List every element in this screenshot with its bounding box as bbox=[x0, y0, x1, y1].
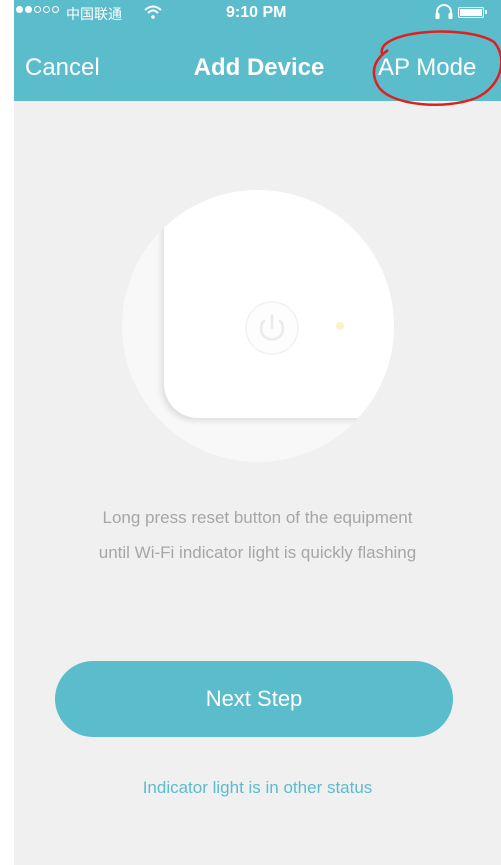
signal-dot bbox=[16, 6, 23, 13]
signal-dot bbox=[25, 6, 32, 13]
power-icon bbox=[245, 301, 299, 355]
signal-dot bbox=[43, 6, 50, 13]
page-title: Add Device bbox=[193, 54, 325, 81]
instruction-text: Long press reset button of the equipment… bbox=[14, 500, 501, 570]
signal-dot bbox=[52, 6, 59, 13]
device-illustration bbox=[122, 190, 394, 462]
carrier-name: 中国联通 bbox=[66, 7, 122, 23]
wifi-indicator-light bbox=[336, 322, 344, 330]
next-step-button[interactable]: Next Step bbox=[55, 661, 453, 737]
status-time: 9:10 PM bbox=[226, 4, 287, 21]
device-body bbox=[164, 190, 394, 418]
instruction-line-2: until Wi-Fi indicator light is quickly f… bbox=[98, 543, 417, 562]
wifi-icon bbox=[144, 5, 162, 19]
signal-dot bbox=[34, 6, 41, 13]
battery-icon bbox=[458, 7, 487, 18]
signal-strength-icon bbox=[16, 6, 59, 13]
ap-mode-annotation-circle bbox=[372, 30, 501, 106]
add-device-screen: 中国联通 9:10 PM Cancel Add Device AP Mode L… bbox=[14, 0, 501, 865]
headphones-icon bbox=[435, 4, 453, 19]
other-status-link[interactable]: Indicator light is in other status bbox=[14, 778, 501, 798]
cancel-button[interactable]: Cancel bbox=[25, 54, 100, 82]
instruction-line-1: Long press reset button of the equipment bbox=[102, 508, 413, 527]
